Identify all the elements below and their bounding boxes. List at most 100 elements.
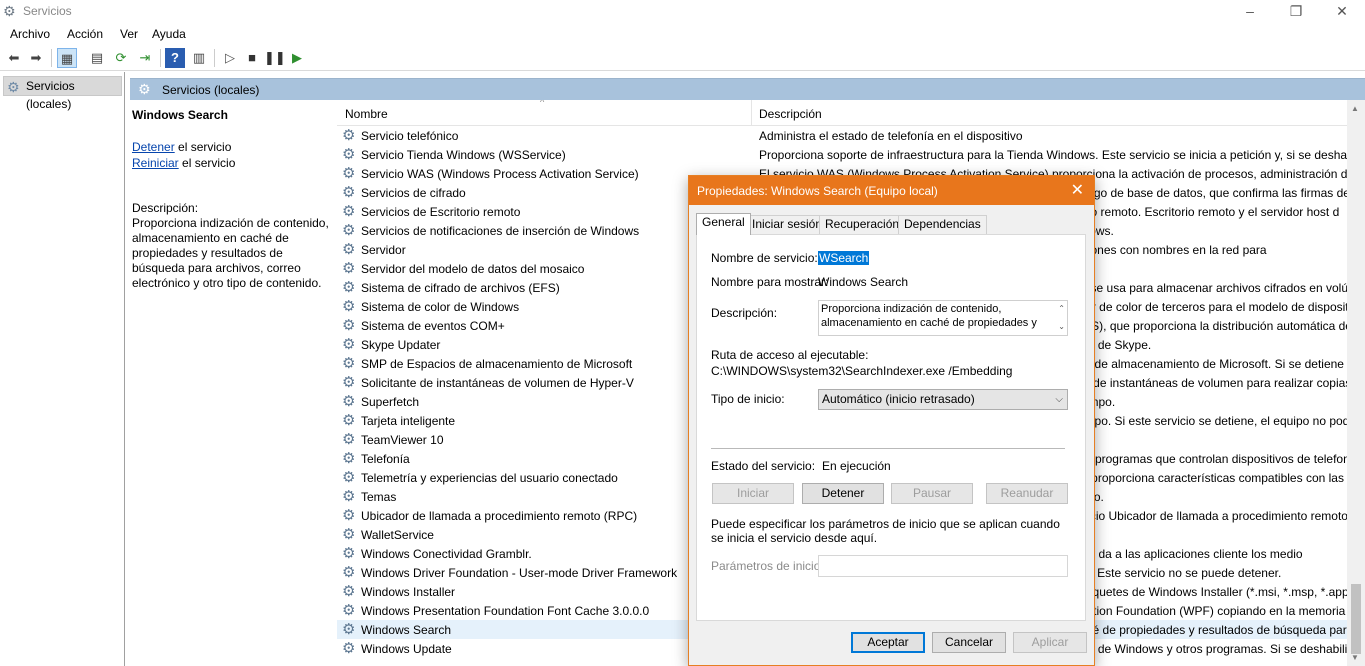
table-row[interactable]: ⚙ Servicio telefónico Administra el estado…: [337, 126, 1347, 145]
stop-button[interactable]: Detener: [802, 483, 884, 504]
table-row[interactable]: ⚙ Servicio Tienda Windows (WSService) Prop…: [337, 145, 1347, 164]
dialog-title-bar: Propiedades: Windows Search (Equipo loca…: [689, 176, 1094, 205]
details-view-icon[interactable]: ▥: [189, 48, 209, 68]
tab-general[interactable]: General: [696, 213, 751, 235]
gear-icon: ⚙: [342, 583, 356, 600]
column-name-header[interactable]: Nombre: [345, 107, 388, 121]
column-divider[interactable]: [751, 100, 752, 126]
resume-button[interactable]: Reanudar: [986, 483, 1068, 504]
selected-service-title: Windows Search: [132, 108, 228, 122]
service-name-cell: Telemetría y experiencias del usuario co…: [361, 471, 618, 485]
startup-type-value: Automático (inicio retrasado): [822, 392, 975, 406]
service-name-cell: Servicio WAS (Windows Process Activation…: [361, 167, 639, 181]
tree-node-services-local[interactable]: ⚙ Servicios (locales): [3, 76, 122, 111]
service-name-cell: TeamViewer 10: [361, 433, 444, 447]
gear-icon: ⚙: [138, 81, 151, 97]
gear-icon: ⚙: [342, 222, 356, 239]
cancel-button[interactable]: Cancelar: [932, 632, 1006, 653]
column-description-header[interactable]: Descripción: [759, 107, 822, 121]
tab-dependencias[interactable]: Dependencias: [898, 215, 987, 234]
menu-ayuda[interactable]: Ayuda: [152, 27, 186, 41]
service-name-cell: Servicios de Escritorio remoto: [361, 205, 521, 219]
description-text: Proporciona indización de contenido, alm…: [132, 216, 329, 290]
gear-icon: ⚙: [342, 127, 356, 144]
pause-icon[interactable]: ❚❚: [264, 48, 286, 68]
dialog-close-icon[interactable]: ✕: [1071, 180, 1084, 200]
gear-icon: ⚙: [342, 507, 356, 524]
scroll-down-icon[interactable]: ▼: [1351, 653, 1359, 662]
startup-type-select[interactable]: Automático (inicio retrasado) ⌵: [818, 389, 1068, 410]
gear-icon: ⚙: [342, 621, 356, 638]
refresh-icon[interactable]: ⟳: [111, 48, 131, 68]
scroll-up-icon[interactable]: ▲: [1351, 104, 1359, 113]
ok-button[interactable]: Aceptar: [851, 632, 925, 653]
service-name-cell: WalletService: [361, 528, 434, 542]
display-name-value[interactable]: Windows Search: [818, 275, 908, 289]
export-list-icon[interactable]: ⇥: [135, 48, 155, 68]
restart-service-suffix: el servicio: [178, 156, 236, 170]
apply-button[interactable]: Aplicar: [1013, 632, 1087, 653]
column-header: ^ Nombre Descripción: [337, 100, 1347, 126]
restart-service-link[interactable]: Reiniciar: [132, 156, 179, 170]
start-button[interactable]: Iniciar: [712, 483, 794, 504]
console-tree-icon[interactable]: ▦: [57, 48, 77, 68]
vertical-scrollbar[interactable]: ▲ ▼: [1347, 100, 1365, 666]
dialog-title: Propiedades: Windows Search (Equipo loca…: [697, 184, 938, 198]
stop-icon[interactable]: ■: [242, 48, 262, 68]
minimize-button[interactable]: –: [1227, 0, 1273, 24]
forward-arrow-icon[interactable]: ➡: [26, 48, 46, 68]
back-arrow-icon[interactable]: ⬅: [4, 48, 24, 68]
close-button[interactable]: ✕: [1319, 0, 1365, 24]
service-name-cell: Sistema de cifrado de archivos (EFS): [361, 281, 560, 295]
scrollbar-thumb[interactable]: [1351, 584, 1361, 654]
resume-icon[interactable]: ▶: [287, 48, 307, 68]
gear-icon: ⚙: [342, 431, 356, 448]
gear-icon: ⚙: [342, 564, 356, 581]
gear-icon: ⚙: [342, 241, 356, 258]
service-status-label: Estado del servicio:: [711, 459, 816, 473]
help-icon[interactable]: ?: [165, 48, 185, 68]
service-name-selected-text: WSearch: [818, 251, 870, 265]
service-name-cell: Servidor: [361, 243, 406, 257]
tab-recuperacion[interactable]: Recuperación: [819, 215, 906, 234]
play-icon[interactable]: ▷: [220, 48, 240, 68]
properties-list-icon[interactable]: ▤: [87, 48, 107, 68]
toolbar: ⬅ ➡ ▦ ▤ ⟳ ⇥ ? ▥ ▷ ■ ❚❚ ▶: [0, 44, 1365, 71]
toolbar-separator: [160, 49, 161, 67]
gear-icon: ⚙: [342, 336, 356, 353]
service-name-value[interactable]: WSearch: [818, 251, 870, 265]
menu-archivo[interactable]: Archivo: [10, 27, 50, 41]
section-divider: [711, 448, 1065, 449]
stop-service-link[interactable]: Detener: [132, 140, 175, 154]
gear-icon: ⚙: [342, 393, 356, 410]
pause-button[interactable]: Pausar: [891, 483, 973, 504]
menu-accion[interactable]: Acción: [67, 27, 103, 41]
service-name-cell: Skype Updater: [361, 338, 441, 352]
title-bar: ⚙ Servicios – ❐ ✕: [0, 0, 1365, 24]
menu-ver[interactable]: Ver: [120, 27, 138, 41]
chevron-down-icon: ⌵: [1055, 394, 1063, 405]
start-parameters-input[interactable]: [818, 555, 1068, 577]
tab-iniciar-sesion[interactable]: Iniciar sesión: [746, 215, 829, 234]
scroll-down-icon[interactable]: ⌄: [1058, 320, 1065, 334]
service-name-cell: Servicios de cifrado: [361, 186, 466, 200]
service-name-cell: Superfetch: [361, 395, 420, 409]
gear-icon: ⚙: [7, 79, 20, 95]
description-textbox[interactable]: Proporciona indización de contenido, alm…: [818, 300, 1068, 336]
service-name-cell: Windows Update: [361, 642, 452, 656]
scroll-up-icon[interactable]: ⌃: [1058, 302, 1065, 316]
service-name-cell: SMP de Espacios de almacenamiento de Mic…: [361, 357, 633, 371]
stop-service-line: Detener el servicio: [132, 140, 231, 154]
gear-icon: ⚙: [342, 279, 356, 296]
executable-path-value[interactable]: C:\WINDOWS\system32\SearchIndexer.exe /E…: [711, 364, 1012, 378]
maximize-button[interactable]: ❐: [1273, 0, 1319, 24]
sort-ascending-icon: ^: [540, 100, 545, 107]
gear-icon: ⚙: [342, 602, 356, 619]
service-name-cell: Ubicador de llamada a procedimiento remo…: [361, 509, 638, 523]
gear-icon: ⚙: [342, 469, 356, 486]
stop-service-suffix: el servicio: [174, 140, 232, 154]
tree-node-label: Servicios (locales): [26, 79, 75, 111]
gear-icon: ⚙: [342, 545, 356, 562]
console-tree: ⚙ Servicios (locales): [0, 72, 125, 666]
extended-description-panel: Windows Search Detener el servicio Reini…: [130, 100, 335, 666]
